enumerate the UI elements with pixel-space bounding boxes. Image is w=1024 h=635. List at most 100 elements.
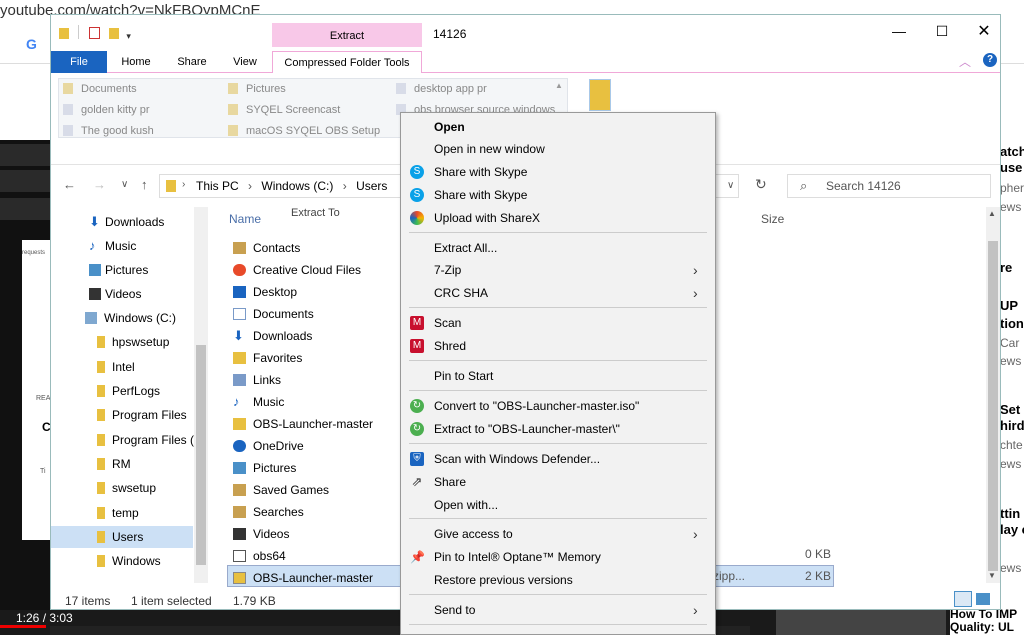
rec-title: ttin xyxy=(1000,506,1021,521)
list-item[interactable]: OneDrive xyxy=(229,435,409,457)
tab-compressed-folder-tools[interactable]: Compressed Folder Tools xyxy=(272,51,422,73)
menu-item-send-to[interactable]: Send to › xyxy=(401,599,715,621)
list-item[interactable]: Documents xyxy=(229,303,409,325)
extract-dest-desktop-app[interactable]: desktop app pr xyxy=(396,83,487,95)
list-item[interactable]: Searches xyxy=(229,501,409,523)
nav-item-program-files[interactable]: Program Files xyxy=(51,404,193,426)
list-item[interactable]: Favorites xyxy=(229,347,409,369)
help-icon[interactable]: ? xyxy=(983,53,997,67)
menu-item-pin-optane[interactable]: 📌 Pin to Intel® Optane™ Memory xyxy=(401,546,715,568)
nav-item-program-files-x86[interactable]: Program Files ( xyxy=(51,429,194,451)
dropdown-icon[interactable]: ▾ xyxy=(126,31,131,41)
tab-home[interactable]: Home xyxy=(115,51,157,73)
breadcrumb-users[interactable]: Users xyxy=(356,179,387,193)
menu-item-give-access[interactable]: Give access to › xyxy=(401,523,715,545)
nav-item-temp[interactable]: temp xyxy=(51,502,193,524)
new-folder-icon[interactable] xyxy=(109,28,120,39)
menu-item-open[interactable]: Open xyxy=(401,116,715,138)
extract-dest-golden-kitty[interactable]: golden kitty pr xyxy=(63,104,149,116)
extract-all-icon[interactable] xyxy=(589,79,611,111)
minimize-button[interactable]: — xyxy=(884,23,914,43)
video-progress[interactable] xyxy=(0,625,46,628)
tab-file[interactable]: File xyxy=(51,51,107,73)
menu-item-scan[interactable]: M Scan xyxy=(401,312,715,334)
recent-locations-icon[interactable]: ∨ xyxy=(121,179,128,190)
nav-item-intel[interactable]: Intel xyxy=(51,356,193,378)
list-item[interactable]: Videos xyxy=(229,523,409,545)
menu-item-share-skype[interactable]: S Share with Skype xyxy=(401,161,715,183)
menu-item-convert-iso[interactable]: ↻ Convert to "OBS-Launcher-master.iso" xyxy=(401,395,715,417)
nav-item-swsetup[interactable]: swsetup xyxy=(51,477,193,499)
list-item[interactable]: Contacts xyxy=(229,237,409,259)
google-icon: G xyxy=(26,36,37,52)
tab-share[interactable]: Share xyxy=(171,51,213,73)
refresh-icon[interactable]: ↻ xyxy=(755,176,767,193)
close-button[interactable]: ✕ xyxy=(969,21,999,43)
nav-item-windows[interactable]: Windows xyxy=(51,550,193,572)
back-icon[interactable]: ← xyxy=(63,177,76,192)
tab-view[interactable]: View xyxy=(227,51,263,73)
list-item[interactable]: ♪ Music xyxy=(229,391,409,413)
nav-pane-scroll-thumb[interactable] xyxy=(196,345,206,565)
list-item[interactable]: Desktop xyxy=(229,281,409,303)
address-dropdown-icon[interactable]: ∨ xyxy=(727,180,734,191)
list-item[interactable]: Saved Games xyxy=(229,479,409,501)
properties-icon[interactable] xyxy=(88,27,100,39)
list-item[interactable]: Links xyxy=(229,369,409,391)
nav-item-videos[interactable]: Videos xyxy=(51,283,193,305)
scroll-up-icon[interactable]: ▲ xyxy=(988,209,996,218)
list-item[interactable]: OBS-Launcher-master xyxy=(229,413,409,435)
list-item-selected[interactable]: OBS-Launcher-master xyxy=(229,567,409,589)
menu-item-extract-to[interactable]: ↻ Extract to "OBS-Launcher-master\" xyxy=(401,418,715,440)
menu-item-pin-to-start[interactable]: Pin to Start xyxy=(401,365,715,387)
nav-item-hpswsetup[interactable]: hpswsetup xyxy=(51,331,193,353)
collapse-ribbon-icon[interactable]: ︿ xyxy=(959,53,971,70)
menu-item-share[interactable]: ⇗ Share xyxy=(401,471,715,493)
list-item[interactable]: Pictures xyxy=(229,457,409,479)
menu-item-open-with[interactable]: Open with... xyxy=(401,494,715,516)
menu-item-shred[interactable]: M Shred xyxy=(401,335,715,357)
up-icon[interactable]: ↑ xyxy=(141,177,148,192)
status-size: 1.79 KB xyxy=(233,594,276,608)
extract-dest-documents[interactable]: Documents xyxy=(63,83,137,95)
menu-item-share-skype-2[interactable]: S Share with Skype xyxy=(401,184,715,206)
gallery-scroll-up-icon[interactable]: ▲ xyxy=(555,81,563,90)
maximize-button[interactable]: ☐ xyxy=(927,23,957,43)
nav-item-downloads[interactable]: ⬇ Downloads xyxy=(51,211,193,233)
nav-item-pictures[interactable]: Pictures xyxy=(51,259,193,281)
menu-item-upload-sharex[interactable]: Upload with ShareX xyxy=(401,207,715,229)
extract-dest-pictures[interactable]: Pictures xyxy=(228,83,286,95)
nav-item-users[interactable]: Users xyxy=(51,526,193,548)
list-item[interactable]: ⬇ Downloads xyxy=(229,325,409,347)
nav-item-music[interactable]: ♪ Music xyxy=(51,235,193,257)
nav-item-perflogs[interactable]: PerfLogs xyxy=(51,380,193,402)
forward-icon[interactable]: → xyxy=(93,177,106,192)
menu-item-7zip[interactable]: 7-Zip › xyxy=(401,259,715,281)
breadcrumb-windows-c[interactable]: Windows (C:) xyxy=(261,179,333,193)
scroll-down-icon[interactable]: ▼ xyxy=(988,571,996,580)
menu-item-scan-defender[interactable]: ⛨ Scan with Windows Defender... xyxy=(401,448,715,470)
video-thumbnail[interactable] xyxy=(776,610,946,635)
extract-dest-macos-syqel[interactable]: macOS SYQEL OBS Setup xyxy=(228,125,380,137)
list-item[interactable]: Creative Cloud Files xyxy=(229,259,409,281)
search-box[interactable]: ⌕ Search 14126 xyxy=(787,174,991,198)
file-list-scroll-thumb[interactable] xyxy=(988,241,998,571)
extract-dest-syqel-screencast[interactable]: SYQEL Screencast xyxy=(228,104,340,116)
nav-item-rm[interactable]: RM xyxy=(51,453,193,475)
list-item[interactable]: obs64 xyxy=(229,545,409,567)
details-view-icon[interactable] xyxy=(954,591,972,607)
menu-item-extract-all[interactable]: Extract All... xyxy=(401,237,715,259)
extract-dest-good-kush[interactable]: The good kush xyxy=(63,125,154,137)
breadcrumb-this-pc[interactable]: This PC xyxy=(196,179,239,193)
menu-item-open-new-window[interactable]: Open in new window xyxy=(401,138,715,160)
menu-item-crc-sha[interactable]: CRC SHA › xyxy=(401,282,715,304)
rec-bottom-title[interactable]: How To IMP Quality: UL xyxy=(950,608,1024,635)
column-header-size[interactable]: Size xyxy=(761,212,784,226)
column-header-name[interactable]: Name xyxy=(229,212,261,226)
large-icons-view-icon[interactable] xyxy=(976,593,990,605)
nav-item-windows-c[interactable]: Windows (C:) xyxy=(51,307,193,329)
menu-item-restore-versions[interactable]: Restore previous versions xyxy=(401,569,715,591)
quick-access-toolbar[interactable]: ▾ xyxy=(59,25,131,42)
status-item-count: 17 items xyxy=(65,594,111,608)
chevron-right-icon[interactable]: › xyxy=(182,179,185,190)
